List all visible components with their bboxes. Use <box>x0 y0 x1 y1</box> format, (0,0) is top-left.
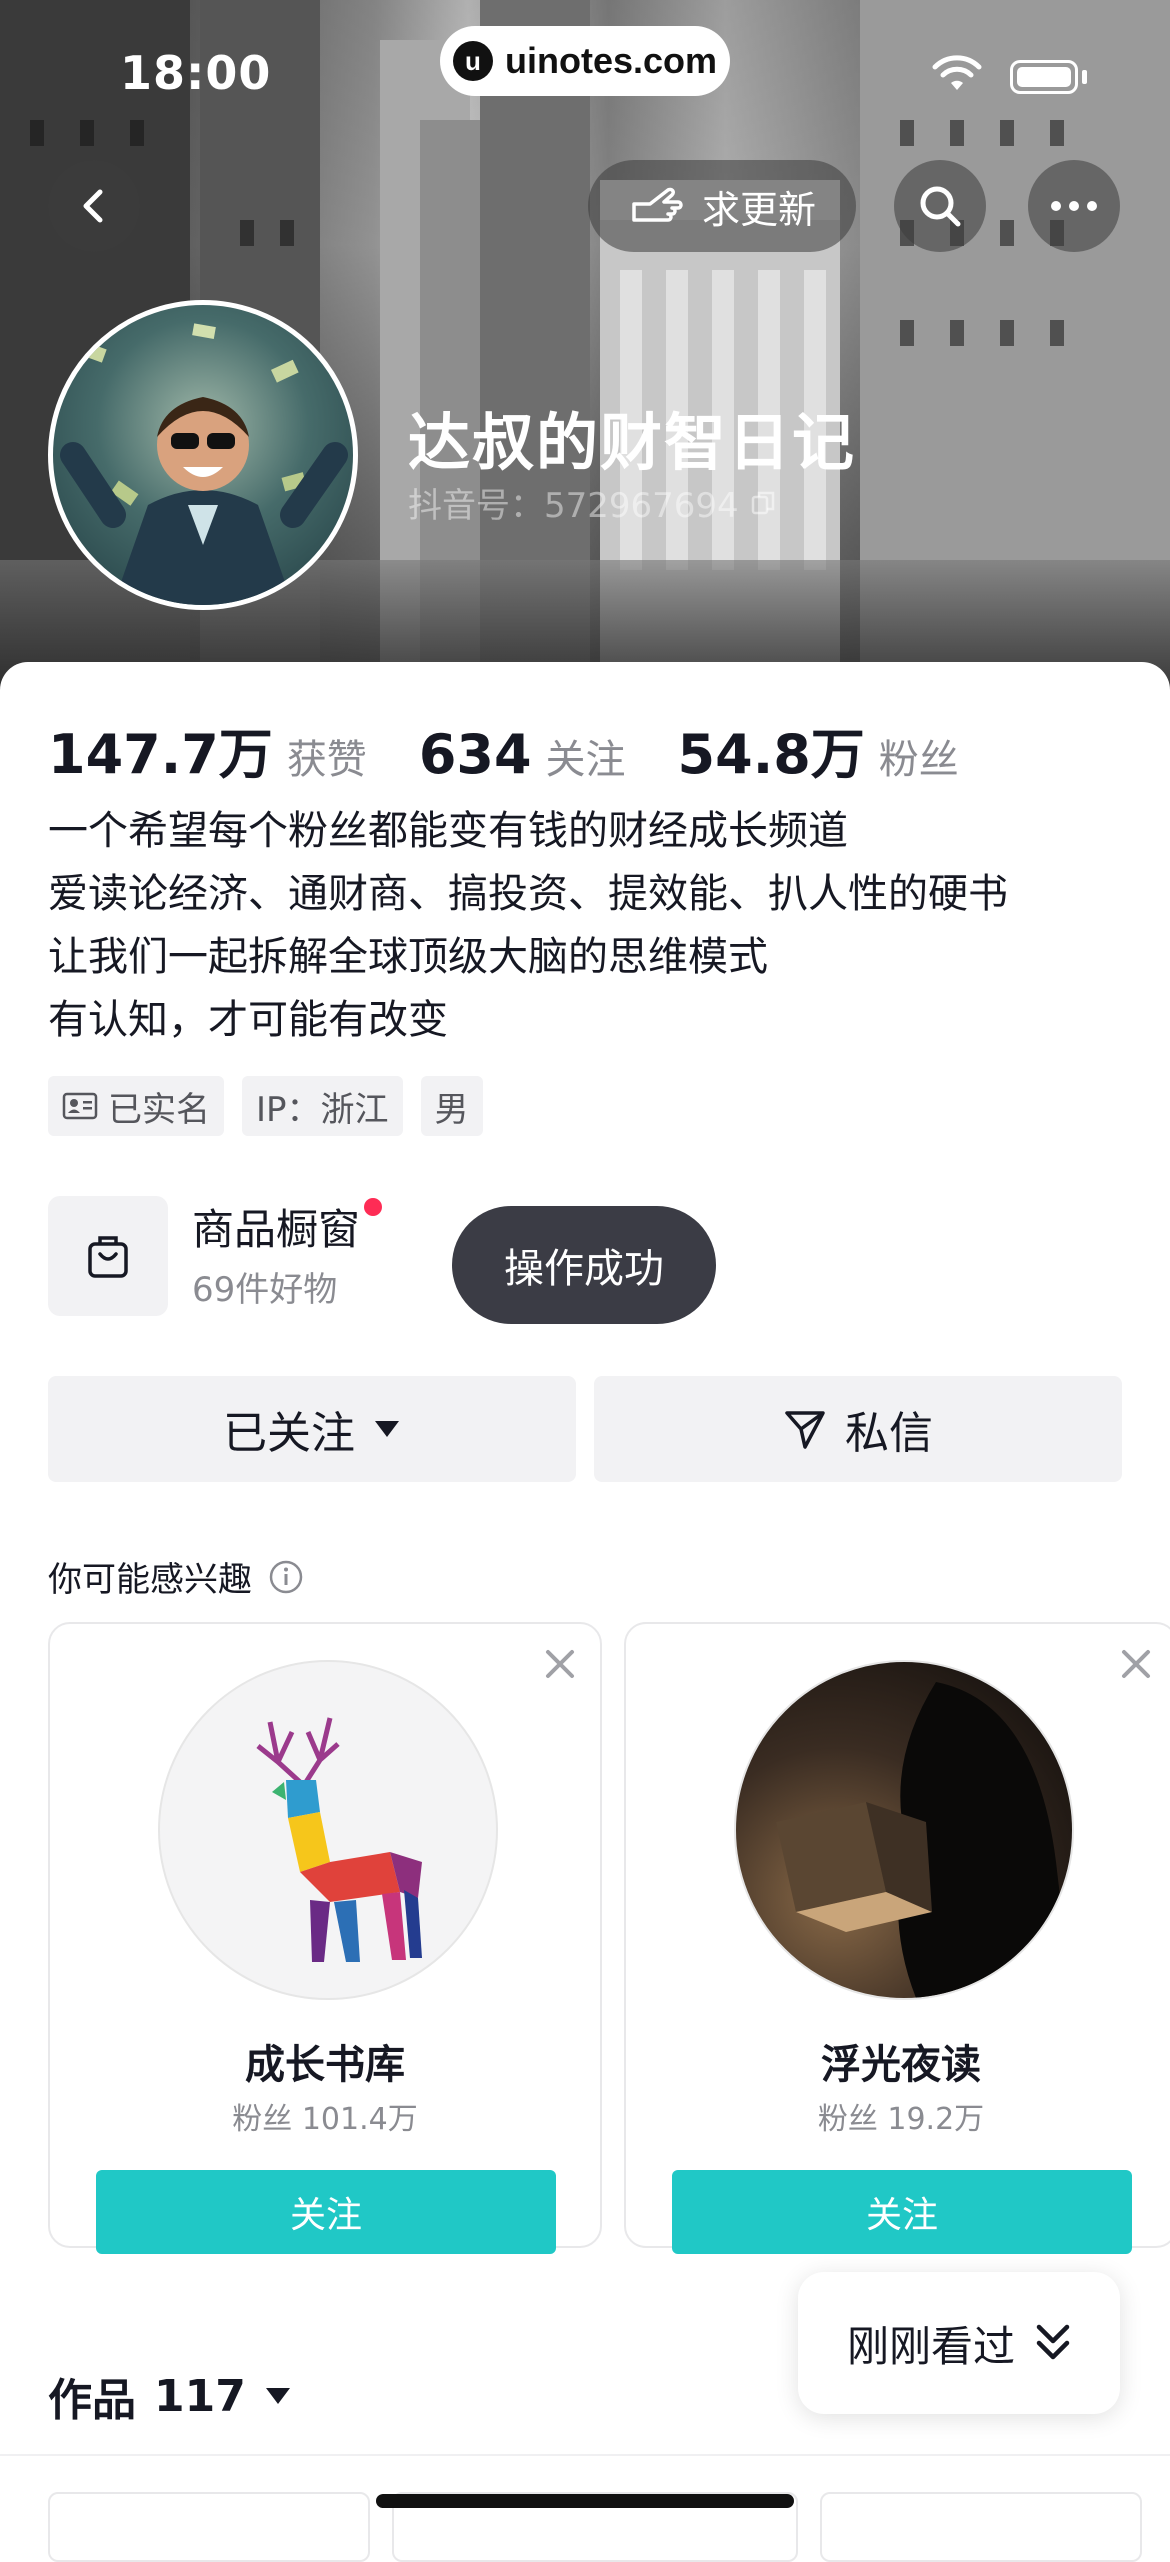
following-label: 关注 <box>545 737 626 783</box>
douyin-id-text: 抖音号：572967694 <box>408 486 739 526</box>
following-button-label: 已关注 <box>223 1408 355 1459</box>
uinotes-logo-icon: u <box>452 41 493 81</box>
bio-line: 爱读论经济、通财商、搞投资、提效能、扒人性的硬书 <box>48 871 1008 917</box>
interest-title-text: 你可能感兴趣 <box>48 1560 252 1600</box>
works-label: 作品 <box>48 2375 136 2426</box>
more-dots-icon <box>1051 201 1097 211</box>
ip-tag: IP：浙江 <box>242 1076 403 1136</box>
url-text: uinotes.com <box>504 40 718 81</box>
battery-nub <box>1082 70 1087 84</box>
id-card-icon <box>62 1092 98 1120</box>
following-count[interactable]: 634 <box>419 723 532 786</box>
likes-count[interactable]: 147.7万 <box>48 710 273 789</box>
avatar-illustration <box>60 323 348 605</box>
collection-chip[interactable] <box>820 2492 1142 2562</box>
chevron-left-icon <box>83 189 103 223</box>
message-button-label: 私信 <box>845 1408 933 1459</box>
toast-message: 操作成功 <box>452 1206 716 1324</box>
profile-avatar[interactable] <box>48 300 358 610</box>
close-icon[interactable] <box>1118 1646 1154 1682</box>
battery-icon <box>1010 60 1078 94</box>
more-button[interactable] <box>1028 160 1120 252</box>
verified-label: 已实名 <box>108 1089 210 1130</box>
close-icon[interactable] <box>542 1646 578 1682</box>
recommendation-avatar[interactable] <box>734 1660 1074 2000</box>
douyin-id[interactable]: 抖音号：572967694 <box>408 478 777 527</box>
interest-section-title: 你可能感兴趣 <box>48 1552 304 1601</box>
profile-tags: 已实名 IP：浙江 男 <box>48 1076 483 1136</box>
recommendation-name[interactable]: 成长书库 <box>50 2032 600 2090</box>
send-icon <box>785 1411 825 1449</box>
recommendation-name[interactable]: 浮光夜读 <box>626 2032 1170 2090</box>
follow-button[interactable]: 关注 <box>672 2170 1132 2254</box>
shop-window-subtitle: 69件好物 <box>192 1270 338 1310</box>
shopping-bag-icon <box>88 1236 128 1278</box>
collection-chip[interactable] <box>48 2492 370 2562</box>
caret-down-icon <box>375 1421 399 1437</box>
home-indicator[interactable] <box>376 2494 794 2508</box>
search-icon <box>920 186 961 227</box>
recently-viewed-button[interactable]: 刚刚看过 <box>798 2272 1120 2414</box>
shop-window-title[interactable]: 商品橱窗 <box>192 1196 360 1257</box>
request-update-label: 求更新 <box>701 187 816 232</box>
recommendation-card[interactable]: 浮光夜读 粉丝 19.2万 关注 <box>624 1622 1170 2254</box>
url-badge: u uinotes.com <box>440 26 730 96</box>
recommendation-fans: 粉丝 19.2万 <box>817 2102 985 2137</box>
recommendation-card[interactable]: 成长书库 粉丝 101.4万 关注 <box>48 1622 602 2254</box>
caret-down-icon <box>265 2388 290 2404</box>
profile-nickname: 达叔的财智日记 <box>408 406 857 479</box>
following-button[interactable]: 已关注 <box>48 1376 576 1482</box>
shop-window-button[interactable] <box>48 1196 168 1316</box>
gender-tag: 男 <box>420 1076 483 1136</box>
profile-bio: 一个希望每个粉丝都能变有钱的财经成长频道 爱读论经济、通财商、搞投资、提效能、扒… <box>48 800 1008 1052</box>
verified-tag: 已实名 <box>48 1076 224 1136</box>
likes-label: 获赞 <box>286 737 367 783</box>
deer-logo-icon <box>256 1717 422 1962</box>
followers-label: 粉丝 <box>878 737 959 783</box>
followers-count[interactable]: 54.8万 <box>678 710 865 789</box>
back-button[interactable] <box>48 160 140 252</box>
info-icon[interactable] <box>268 1559 304 1595</box>
recommendation-avatar[interactable] <box>158 1660 498 2000</box>
follow-button[interactable]: 关注 <box>96 2170 556 2254</box>
profile-stats: 147.7万 获赞 634 关注 54.8万 粉丝 <box>48 710 1011 789</box>
recommendation-fans: 粉丝 101.4万 <box>232 2102 418 2137</box>
bio-line: 一个希望每个粉丝都能变有钱的财经成长频道 <box>48 808 848 854</box>
double-chevron-down-icon <box>1036 2324 1070 2360</box>
pointing-hand-icon <box>632 187 683 222</box>
bio-line: 有认知，才可能有改变 <box>48 997 448 1043</box>
message-button[interactable]: 私信 <box>594 1376 1122 1482</box>
wifi-icon <box>932 55 982 90</box>
bio-line: 让我们一起拆解全球顶级大脑的思维模式 <box>48 934 768 980</box>
status-time: 18:00 <box>120 46 272 100</box>
works-tab[interactable]: 作品 117 <box>48 2364 292 2428</box>
reading-woman-illustration <box>776 1682 1072 1998</box>
recently-viewed-label: 刚刚看过 <box>846 2321 1015 2371</box>
request-update-button[interactable]: 求更新 <box>588 160 856 252</box>
profile-card: 147.7万 获赞 634 关注 54.8万 粉丝 一个希望每个粉丝都能变有钱的… <box>0 662 1170 2562</box>
section-divider <box>0 2454 1170 2456</box>
copy-icon[interactable] <box>749 489 777 517</box>
search-button[interactable] <box>894 160 986 252</box>
works-count: 117 <box>154 2370 246 2422</box>
notification-dot <box>364 1198 382 1216</box>
